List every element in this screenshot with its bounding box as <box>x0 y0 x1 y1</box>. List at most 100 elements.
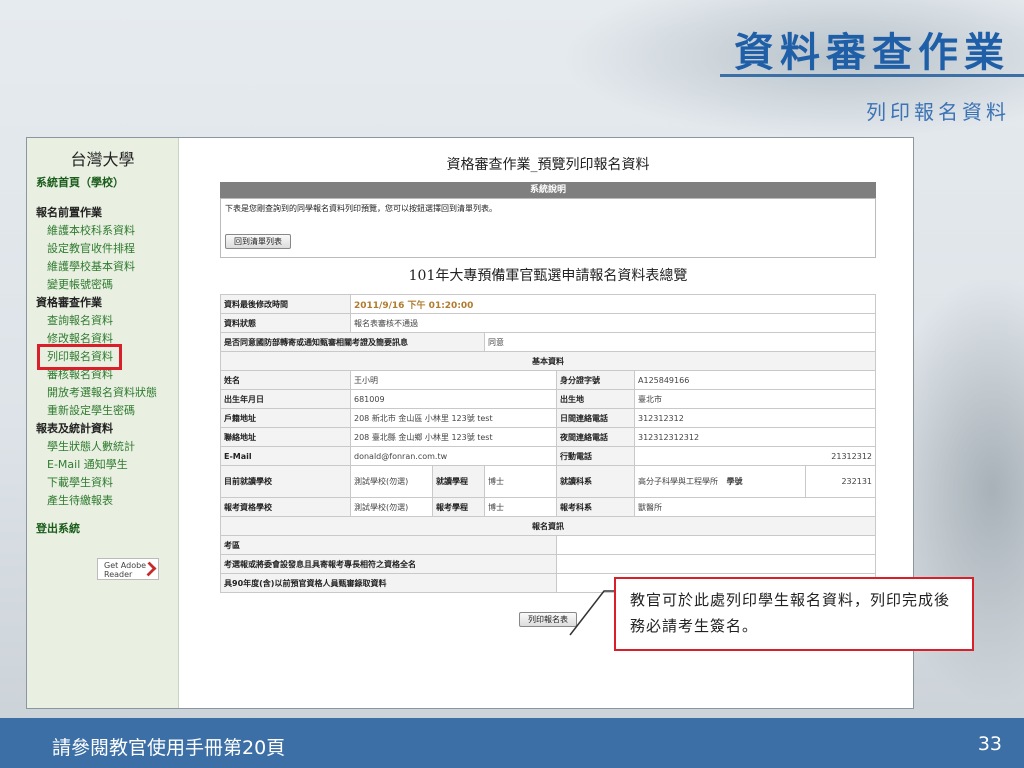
table-row: 出生年月日 681009 出生地 臺北市 <box>220 389 876 409</box>
nav-item-reset-password[interactable]: 重新設定學生密碼 <box>27 402 178 420</box>
system-bar: 系統說明 <box>220 182 876 198</box>
record-table: 資料最後修改時間 2011/9/16 下午 01:20:00 資料狀態 報名表審… <box>220 294 876 593</box>
table-row: 戶籍地址 208 新北市 金山區 小林里 123號 test 日間連絡電話 31… <box>220 408 876 428</box>
label-name: 姓名 <box>220 370 351 390</box>
value-last-modified: 2011/9/16 下午 01:20:00 <box>350 294 876 314</box>
value-birth: 681009 <box>350 389 557 409</box>
nav-item-download[interactable]: 下載學生資料 <box>27 474 178 492</box>
page-number: 33 <box>977 733 1002 755</box>
table-row: 是否同意國防部轉寄或通知甄審相關考證及簡要訊息 同意 <box>220 332 876 352</box>
callout-pointer <box>569 590 616 636</box>
table-row: 姓名 王小明 身分證字號 A125849166 <box>220 370 876 390</box>
label-status: 資料狀態 <box>220 313 351 333</box>
nav-home[interactable]: 系統首頁（學校） <box>27 174 178 192</box>
value-cur-dept: 高分子科學與工程學所 學號 <box>634 465 806 498</box>
nav-item-change-password[interactable]: 變更帳號密碼 <box>27 276 178 294</box>
title-underline <box>720 74 1024 77</box>
label-last-modified: 資料最後修改時間 <box>220 294 351 314</box>
value-consent: 同意 <box>484 332 876 352</box>
label-exam-dept: 報考科系 <box>556 497 635 517</box>
slide: 資料審查作業 列印報名資料 台灣大學 系統首頁（學校） 報名前置作業 維護本校科… <box>0 0 1024 768</box>
table-title: 101年大專預備軍官甄選申請報名資料表總覽 <box>408 268 688 284</box>
label-id: 身分證字號 <box>556 370 635 390</box>
table-row: 聯絡地址 208 臺北縣 金山鄉 小林里 123號 test 夜間連絡電話 31… <box>220 427 876 447</box>
nav-section-setup: 報名前置作業 <box>36 206 102 219</box>
label-birthplace: 出生地 <box>556 389 635 409</box>
nav-item-query[interactable]: 查詢報名資料 <box>27 312 178 330</box>
footer-note: 請參閱教官使用手冊第20頁 <box>52 737 286 759</box>
label-grade: 學號 <box>726 477 743 486</box>
value-cur-level: 博士 <box>484 465 557 498</box>
label-cur-dept: 就讀科系 <box>556 465 635 498</box>
nav-item-maintain-depts[interactable]: 維護本校科系資料 <box>27 222 178 240</box>
table-row: 目前就讀學校 測試學校(勿選) 就讀學程 博士 就讀科系 高分子科學與工程學所 … <box>220 465 876 498</box>
nav-item-stats[interactable]: 學生狀態人數統計 <box>27 438 178 456</box>
nav-section-reports: 報表及統計資料 <box>36 422 113 435</box>
table-row: 基本資料 <box>220 351 876 371</box>
value-id: A125849166 <box>634 370 876 390</box>
value-night-phone: 312312312312 <box>634 427 876 447</box>
label-night-phone: 夜間連絡電話 <box>556 427 635 447</box>
table-row: 報考資格學校 測試學校(勿選) 報考學程 博士 報考科系 獸醫所 <box>220 497 876 517</box>
callout-pointer-line <box>569 590 616 636</box>
school-name: 台灣大學 <box>70 150 135 169</box>
value-committee <box>556 554 876 574</box>
label-military: 具90年度(含)以前預官資格人員甄審錄取資料 <box>220 573 557 593</box>
label-day-phone: 日間連絡電話 <box>556 408 635 428</box>
value-status: 報名表審核不通過 <box>350 313 876 333</box>
value-exam-dept: 獸醫所 <box>634 497 876 517</box>
label-cur-school: 目前就讀學校 <box>220 465 351 498</box>
value-exam-area <box>556 535 876 555</box>
label-exam-school: 報考資格學校 <box>220 497 351 517</box>
label-mobile: 行動電話 <box>556 446 635 466</box>
value-name: 王小明 <box>350 370 557 390</box>
table-row: 考區 <box>220 535 876 555</box>
table-row: 報名資訊 <box>220 516 876 536</box>
label-birth: 出生年月日 <box>220 389 351 409</box>
nav-item-schedule[interactable]: 設定教官收件排程 <box>27 240 178 258</box>
callout-box: 教官可於此處列印學生報名資料，列印完成後務必請考生簽名。 <box>614 577 974 651</box>
value-email: donald@fonran.com.tw <box>350 446 557 466</box>
section-basic: 基本資料 <box>220 351 876 371</box>
value-reg-addr: 208 新北市 金山區 小林里 123號 test <box>350 408 557 428</box>
label-committee: 考選報或將委會設發息且具寄報考專長相符之資格全名 <box>220 554 557 574</box>
label-contact-addr: 聯絡地址 <box>220 427 351 447</box>
nav-item-open-status[interactable]: 開放考選報名資料狀態 <box>27 384 178 402</box>
table-row: 考選報或將委會設發息且具寄報考專長相符之資格全名 <box>220 554 876 574</box>
nav-logout[interactable]: 登出系統 <box>27 520 178 538</box>
nav-item-school-info[interactable]: 維護學校基本資料 <box>27 258 178 276</box>
slide-subtitle: 列印報名資料 <box>866 100 1010 124</box>
table-row: E-Mail donald@fonran.com.tw 行動電話 2131231… <box>220 446 876 466</box>
value-mobile: 21312312 <box>634 446 876 466</box>
print-nav-highlight-box <box>37 344 122 370</box>
value-cur-school: 測試學校(勿選) <box>350 465 433 498</box>
slide-title: 資料審查作業 <box>734 29 1010 76</box>
back-to-list-button[interactable]: 回到清單列表 <box>225 234 291 249</box>
value-exam-school: 測試學校(勿選) <box>350 497 433 517</box>
value-contact-addr: 208 臺北縣 金山鄉 小林里 123號 test <box>350 427 557 447</box>
value-grade: 232131 <box>805 465 876 498</box>
value-cur-dept-text: 高分子科學與工程學所 <box>638 477 718 486</box>
value-birthplace: 臺北市 <box>634 389 876 409</box>
nav-item-report[interactable]: 產生待繳報表 <box>27 492 178 510</box>
sidebar: 台灣大學 系統首頁（學校） 報名前置作業 維護本校科系資料 設定教官收件排程 維… <box>27 138 179 708</box>
section-signup: 報名資訊 <box>220 516 876 536</box>
nav-section-review: 資格審查作業 <box>36 296 102 309</box>
page-heading: 資格審查作業_預覽列印報名資料 <box>446 157 650 173</box>
main-content: 資格審查作業_預覽列印報名資料 系統說明 下表是您剛查詢到的同學報名資料列印預覽… <box>220 138 876 627</box>
table-row: 資料狀態 報名表審核不通過 <box>220 313 876 333</box>
label-exam-level: 報考學程 <box>432 497 485 517</box>
value-day-phone: 312312312 <box>634 408 876 428</box>
label-reg-addr: 戶籍地址 <box>220 408 351 428</box>
nav-item-email[interactable]: E-Mail 通知學生 <box>27 456 178 474</box>
adobe-reader-badge[interactable]: Get Adobe Reader <box>97 558 159 580</box>
note-text: 下表是您剛查詢到的同學報名資料列印預覽，您可以按鈕選擇回到清單列表。 <box>225 204 497 213</box>
label-consent: 是否同意國防部轉寄或通知甄審相關考證及簡要訊息 <box>220 332 485 352</box>
adobe-reader-label: Get Adobe Reader <box>104 561 147 579</box>
value-exam-level: 博士 <box>484 497 557 517</box>
table-row: 資料最後修改時間 2011/9/16 下午 01:20:00 <box>220 294 876 314</box>
label-cur-level: 就讀學程 <box>432 465 485 498</box>
note-box: 下表是您剛查詢到的同學報名資料列印預覽，您可以按鈕選擇回到清單列表。 回到清單列… <box>220 198 876 258</box>
label-exam-area: 考區 <box>220 535 557 555</box>
label-email: E-Mail <box>220 446 351 466</box>
